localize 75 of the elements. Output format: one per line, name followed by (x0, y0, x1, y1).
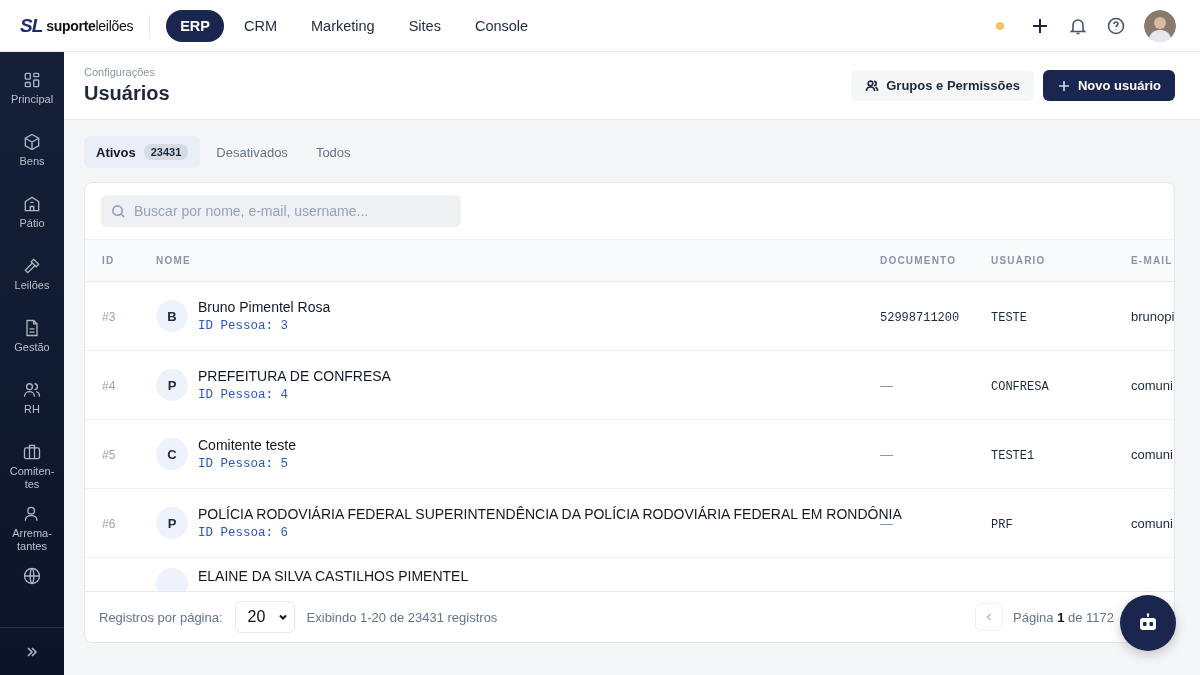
initial-avatar: B (156, 300, 188, 332)
sidebar-item[interactable]: Bens (2, 126, 62, 188)
row-id: #5 (102, 448, 116, 462)
logo-name: suporteleilões (46, 17, 134, 34)
users-icon (22, 380, 42, 400)
column-header: DOCUMENTO (880, 255, 958, 266)
nav-tab[interactable]: Console (460, 9, 543, 42)
users-icon (865, 78, 880, 93)
user-name: Comitente teste (198, 437, 297, 453)
new-user-button[interactable]: Novo usuário (1042, 70, 1175, 101)
page-title: Usuários (84, 82, 170, 105)
sidebar-item[interactable]: Arrema-tantes (2, 498, 62, 560)
user-name: PREFEITURA DE CONFRESA (198, 368, 391, 384)
person-id: ID Pessoa: 4 (198, 388, 289, 402)
email-cell: comuni (1131, 446, 1173, 462)
building-icon (22, 194, 42, 214)
username-cell: PRF (991, 518, 1013, 532)
row-id: #4 (102, 379, 116, 393)
sidebar-item[interactable]: Pátio (2, 188, 62, 250)
initial-avatar: C (156, 438, 188, 470)
groups-button[interactable]: Grupos e Permissões (851, 70, 1034, 101)
initial-avatar (156, 568, 188, 591)
email-cell: comuni (1131, 377, 1173, 393)
globe-icon (22, 566, 42, 586)
email-cell: brunopi (1131, 308, 1174, 324)
per-page-label: Registros por página: (99, 609, 223, 625)
sidebar-item[interactable]: Leilões (2, 250, 62, 312)
per-page-select[interactable]: 20 (234, 601, 295, 633)
nav-tab[interactable]: ERP (166, 9, 224, 42)
row-id: #6 (102, 517, 116, 531)
sidebar-item[interactable]: Comiten-tes (2, 436, 62, 498)
column-header: NOME (156, 255, 192, 266)
column-header: E-MAIL (1131, 255, 1174, 266)
person-id: ID Pessoa: 3 (198, 319, 289, 333)
filter-tab[interactable]: Desativados (204, 136, 300, 168)
search-icon (111, 204, 126, 219)
grid-icon (22, 70, 42, 90)
initial-avatar: P (156, 369, 188, 401)
row-id: #3 (102, 310, 116, 324)
user-name: Bruno Pimentel Rosa (198, 299, 331, 315)
nav-tab[interactable]: CRM (229, 9, 291, 42)
username-cell: TESTE (991, 311, 1027, 325)
user-name: ELAINE DA SILVA CASTILHOS PIMENTEL (198, 568, 469, 584)
nav-tab[interactable]: Sites (394, 9, 455, 42)
sidebar-item[interactable]: Principal (2, 64, 62, 126)
filter-tab[interactable]: Ativos 23431 (84, 136, 201, 168)
document-cell: — (880, 447, 893, 462)
document-cell: — (880, 378, 893, 393)
search-field[interactable]: Buscar por nome, e-mail, username... (101, 195, 461, 227)
briefcase-icon (22, 442, 42, 462)
sidebar-item[interactable]: Gestão (2, 312, 62, 374)
initial-avatar: P (156, 507, 188, 539)
breadcrumb: Configurações (84, 66, 156, 78)
sidebar-item[interactable]: RH (2, 374, 62, 436)
email-cell: comuni (1131, 515, 1173, 531)
page-info: Página 1 de 1172 (1013, 609, 1114, 625)
person-id: ID Pessoa: 6 (198, 526, 289, 540)
user-avatar[interactable] (1144, 9, 1176, 42)
gavel-icon (22, 256, 42, 276)
count-badge: 23431 (143, 144, 189, 160)
logo-mark: SL (20, 14, 43, 37)
username-cell: CONFRESA (991, 380, 1049, 394)
person-id: ID Pessoa: 5 (198, 457, 289, 471)
help-icon[interactable] (1106, 15, 1126, 36)
column-header: ID (102, 255, 116, 266)
filter-tab[interactable]: Todos (303, 136, 363, 168)
username-cell: TESTE1 (991, 449, 1035, 463)
chevron-down-icon (277, 612, 288, 622)
status-dot (996, 21, 1004, 30)
column-header: USUÁRIO (991, 255, 1047, 266)
document-cell: 52998711200 (880, 311, 960, 325)
nav-tab[interactable]: Marketing (297, 9, 389, 42)
box-icon (22, 132, 42, 152)
records-summary: Exibindo 1-20 de 23431 registros (306, 609, 498, 625)
plus-icon (1056, 78, 1071, 93)
